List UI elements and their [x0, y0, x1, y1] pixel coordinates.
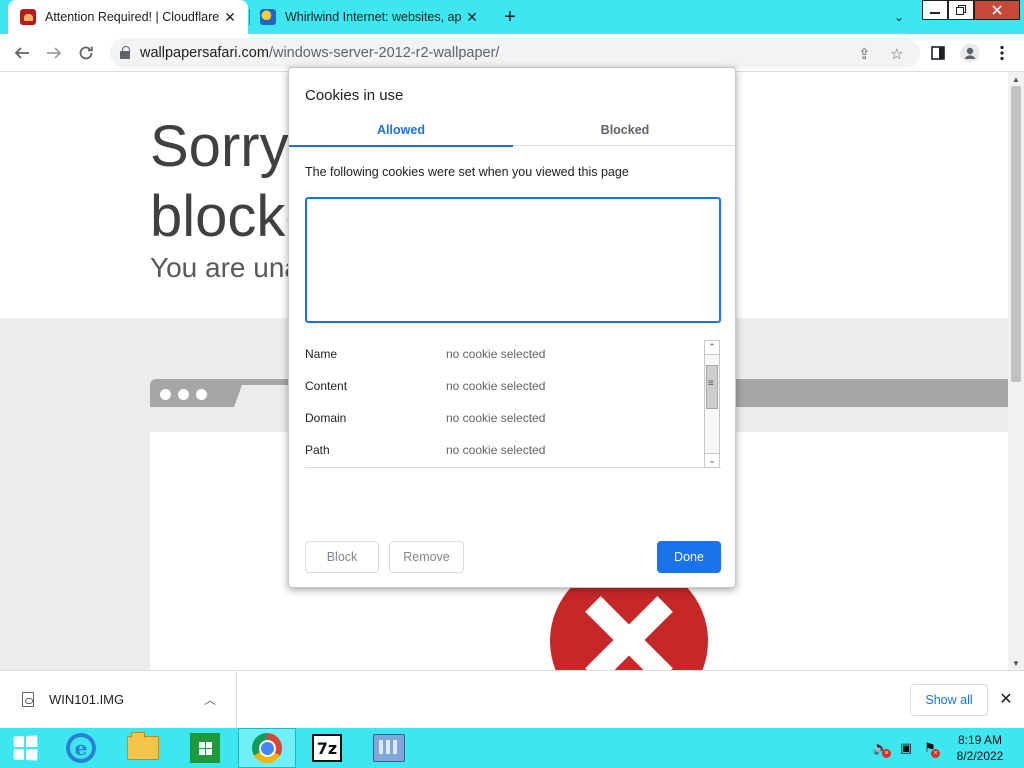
chevron-up-icon[interactable]: ︿: [200, 691, 220, 708]
forward-button[interactable]: [40, 39, 68, 67]
clock-time: 8:19 AM: [957, 733, 1003, 747]
clock-date: 8/2/2022: [956, 749, 1004, 763]
tab-title: Attention Required! | Cloudflare: [45, 10, 220, 24]
bookmark-star-icon[interactable]: ☆: [890, 45, 903, 63]
profile-button[interactable]: [956, 39, 984, 67]
detail-key: Domain: [305, 411, 347, 425]
control-panel-button[interactable]: [360, 728, 418, 768]
illustration-dot: [178, 389, 189, 400]
scroll-down-icon[interactable]: ⌄: [705, 453, 719, 467]
detail-key: Name: [305, 347, 338, 361]
address-bar[interactable]: wallpapersafari.com/windows-server-2012-…: [110, 38, 920, 68]
detail-value: no cookie selected: [446, 379, 546, 393]
chrome-icon: [252, 733, 282, 763]
file-explorer-button[interactable]: [114, 728, 172, 768]
disk-image-file-icon: [22, 692, 34, 707]
scroll-down-arrow-icon[interactable]: ▼: [1008, 656, 1024, 670]
side-panel-button[interactable]: [924, 39, 952, 67]
cookie-details: Name no cookie selected Content no cooki…: [305, 340, 721, 468]
windows-taskbar: e 7z 🔈 × ▣ ⚑ × 8:19 AM 8/2/2022: [0, 728, 1024, 768]
side-panel-icon: [931, 46, 945, 60]
illustration-dot: [196, 389, 207, 400]
reload-button[interactable]: [72, 39, 100, 67]
detail-row-content: Content no cookie selected: [305, 376, 701, 396]
block-button[interactable]: Block: [305, 541, 379, 573]
close-shelf-icon[interactable]: ✕: [996, 689, 1016, 709]
internet-explorer-icon: e: [66, 733, 96, 763]
detail-key: Path: [305, 443, 330, 457]
detail-row-path: Path no cookie selected: [305, 440, 701, 460]
cookies-in-use-dialog: Cookies in use Allowed Blocked The follo…: [288, 67, 736, 588]
scrollbar-thumb[interactable]: [1011, 86, 1021, 382]
tab-strip: Attention Required! | Cloudflare ✕ Whirl…: [0, 0, 1024, 34]
restore-icon: [956, 5, 966, 15]
start-button[interactable]: [0, 728, 50, 768]
detail-row-name: Name no cookie selected: [305, 344, 701, 364]
close-tab-icon[interactable]: ✕: [462, 7, 482, 27]
download-shelf: WIN101.IMG ︿ Show all ✕: [0, 670, 1024, 728]
show-all-button[interactable]: Show all: [910, 684, 988, 716]
store-button[interactable]: [176, 728, 234, 768]
maximize-button[interactable]: [948, 0, 974, 20]
minimize-button[interactable]: [922, 0, 948, 20]
detail-value: no cookie selected: [446, 347, 546, 361]
windows-logo-icon: [13, 735, 38, 761]
control-panel-icon: [373, 734, 405, 762]
close-icon: [992, 5, 1002, 15]
close-tab-icon[interactable]: ✕: [220, 7, 240, 27]
back-arrow-icon: [14, 47, 29, 59]
download-item[interactable]: WIN101.IMG ︿: [0, 671, 237, 728]
scroll-up-icon[interactable]: ⌃: [705, 341, 719, 355]
download-file-name: WIN101.IMG: [49, 692, 125, 707]
page-subtitle: You are una: [150, 252, 300, 283]
dialog-description: The following cookies were set when you …: [305, 165, 629, 179]
page-scrollbar[interactable]: ▲ ▼: [1008, 72, 1024, 670]
share-icon[interactable]: ⇪: [858, 45, 871, 63]
menu-button[interactable]: [988, 39, 1016, 67]
cloudflare-icon: [20, 9, 36, 25]
dialog-tabs: Allowed Blocked: [289, 114, 737, 147]
detail-value: no cookie selected: [446, 443, 546, 457]
7zip-button[interactable]: 7z: [298, 728, 356, 768]
7zip-icon: 7z: [312, 734, 342, 762]
reload-icon: [79, 46, 93, 60]
tab-whirlwind[interactable]: Whirlwind Internet: websites, ap ✕: [250, 0, 490, 34]
scroll-up-arrow-icon[interactable]: ▲: [1008, 72, 1024, 86]
action-center-flag-icon[interactable]: ⚑ ×: [922, 740, 940, 758]
chrome-button[interactable]: [238, 728, 296, 768]
store-icon: [190, 733, 220, 763]
back-button[interactable]: [8, 39, 36, 67]
illustration-dot: [160, 389, 171, 400]
url-path: /windows-server-2012-r2-wallpaper/: [268, 45, 500, 61]
cookie-list[interactable]: [305, 197, 721, 323]
speaker-muted-icon[interactable]: 🔈 ×: [873, 740, 891, 758]
network-icon[interactable]: ▣: [898, 740, 914, 756]
lock-icon[interactable]: [120, 46, 130, 59]
detail-value: no cookie selected: [446, 411, 546, 425]
avatar-icon: [960, 43, 980, 63]
new-tab-button[interactable]: +: [498, 5, 522, 29]
tab-search-chevron-icon[interactable]: ⌄: [888, 6, 910, 28]
detail-key: Content: [305, 379, 348, 393]
tab-cloudflare[interactable]: Attention Required! | Cloudflare ✕: [8, 0, 248, 34]
url-text: wallpapersafari.com/windows-server-2012-…: [140, 45, 499, 61]
tab-title: Whirlwind Internet: websites, ap: [285, 10, 462, 24]
whirlwind-icon: [260, 9, 276, 25]
tab-blocked[interactable]: Blocked: [513, 114, 737, 146]
dialog-title: Cookies in use: [305, 87, 404, 104]
taskbar-clock[interactable]: 8:19 AM 8/2/2022: [940, 732, 1020, 764]
tab-allowed[interactable]: Allowed: [289, 114, 513, 147]
url-host: wallpapersafari.com: [140, 45, 269, 61]
forward-arrow-icon: [47, 47, 62, 59]
kebab-menu-icon: [1000, 45, 1004, 61]
details-scrollbar[interactable]: ⌃ ⌄: [704, 340, 720, 468]
internet-explorer-button[interactable]: e: [52, 728, 110, 768]
folder-icon: [127, 732, 159, 760]
done-button[interactable]: Done: [657, 541, 721, 573]
details-scrollbar-thumb[interactable]: [706, 365, 718, 409]
remove-button[interactable]: Remove: [389, 541, 464, 573]
detail-row-domain: Domain no cookie selected: [305, 408, 701, 428]
window-close-button[interactable]: [974, 0, 1020, 20]
